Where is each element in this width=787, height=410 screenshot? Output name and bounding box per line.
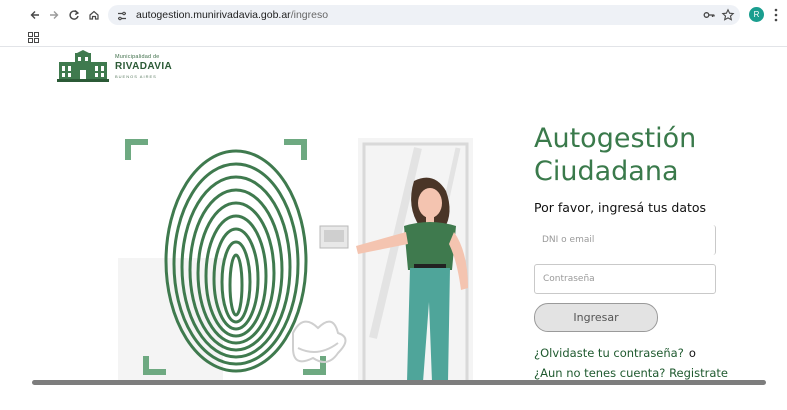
- url-text: autogestion.munirivadavia.gob.ar/ingreso: [136, 9, 328, 21]
- login-submit-button[interactable]: Ingresar: [534, 303, 658, 332]
- submit-label: Ingresar: [573, 311, 619, 324]
- password-input[interactable]: [534, 264, 716, 294]
- dni-email-input[interactable]: [534, 225, 716, 255]
- apps-grid-icon[interactable]: [28, 30, 39, 43]
- profile-avatar[interactable]: R: [749, 7, 764, 22]
- forgot-password-row: ¿Olvidaste tu contraseña? o: [534, 346, 696, 360]
- site-info-icon[interactable]: [116, 9, 128, 21]
- logo-line2: RIVADAVIA: [115, 61, 173, 72]
- url-domain: autogestion.munirivadavia.gob.ar: [136, 9, 291, 21]
- password-key-icon[interactable]: [702, 8, 716, 22]
- login-subtitle: Por favor, ingresá tus datos: [534, 200, 707, 215]
- or-text: o: [688, 346, 696, 360]
- back-arrow-icon[interactable]: [26, 6, 44, 24]
- home-icon[interactable]: [85, 6, 103, 24]
- municipality-logo[interactable]: Municipalidad de RIVADAVIA BUENOS AIRES: [57, 50, 173, 82]
- address-bar[interactable]: autogestion.munirivadavia.gob.ar/ingreso: [108, 5, 740, 25]
- browser-toolbar: autogestion.munirivadavia.gob.ar/ingreso…: [0, 0, 787, 47]
- page-title: Autogestión Ciudadana: [534, 122, 696, 188]
- fingerprint-illustration: [118, 108, 488, 384]
- bookmark-star-icon[interactable]: [721, 8, 735, 22]
- logo-line3: BUENOS AIRES: [115, 74, 157, 79]
- town-hall-icon: [57, 50, 109, 82]
- logo-line1: Municipalidad de: [115, 54, 160, 60]
- profile-initial: R: [753, 10, 760, 19]
- reload-icon[interactable]: [65, 6, 83, 24]
- forgot-password-link[interactable]: ¿Olvidaste tu contraseña?: [534, 346, 684, 360]
- url-path: /ingreso: [290, 9, 329, 21]
- menu-dots-icon[interactable]: [772, 6, 780, 24]
- bottom-strip: [0, 386, 787, 410]
- horizontal-scrollbar[interactable]: [32, 380, 766, 385]
- register-link[interactable]: ¿Aun no tenes cuenta? Registrate: [534, 366, 728, 380]
- title-line2: Ciudadana: [534, 156, 679, 187]
- title-line1: Autogestión: [534, 123, 697, 154]
- forward-arrow-icon[interactable]: [45, 6, 63, 24]
